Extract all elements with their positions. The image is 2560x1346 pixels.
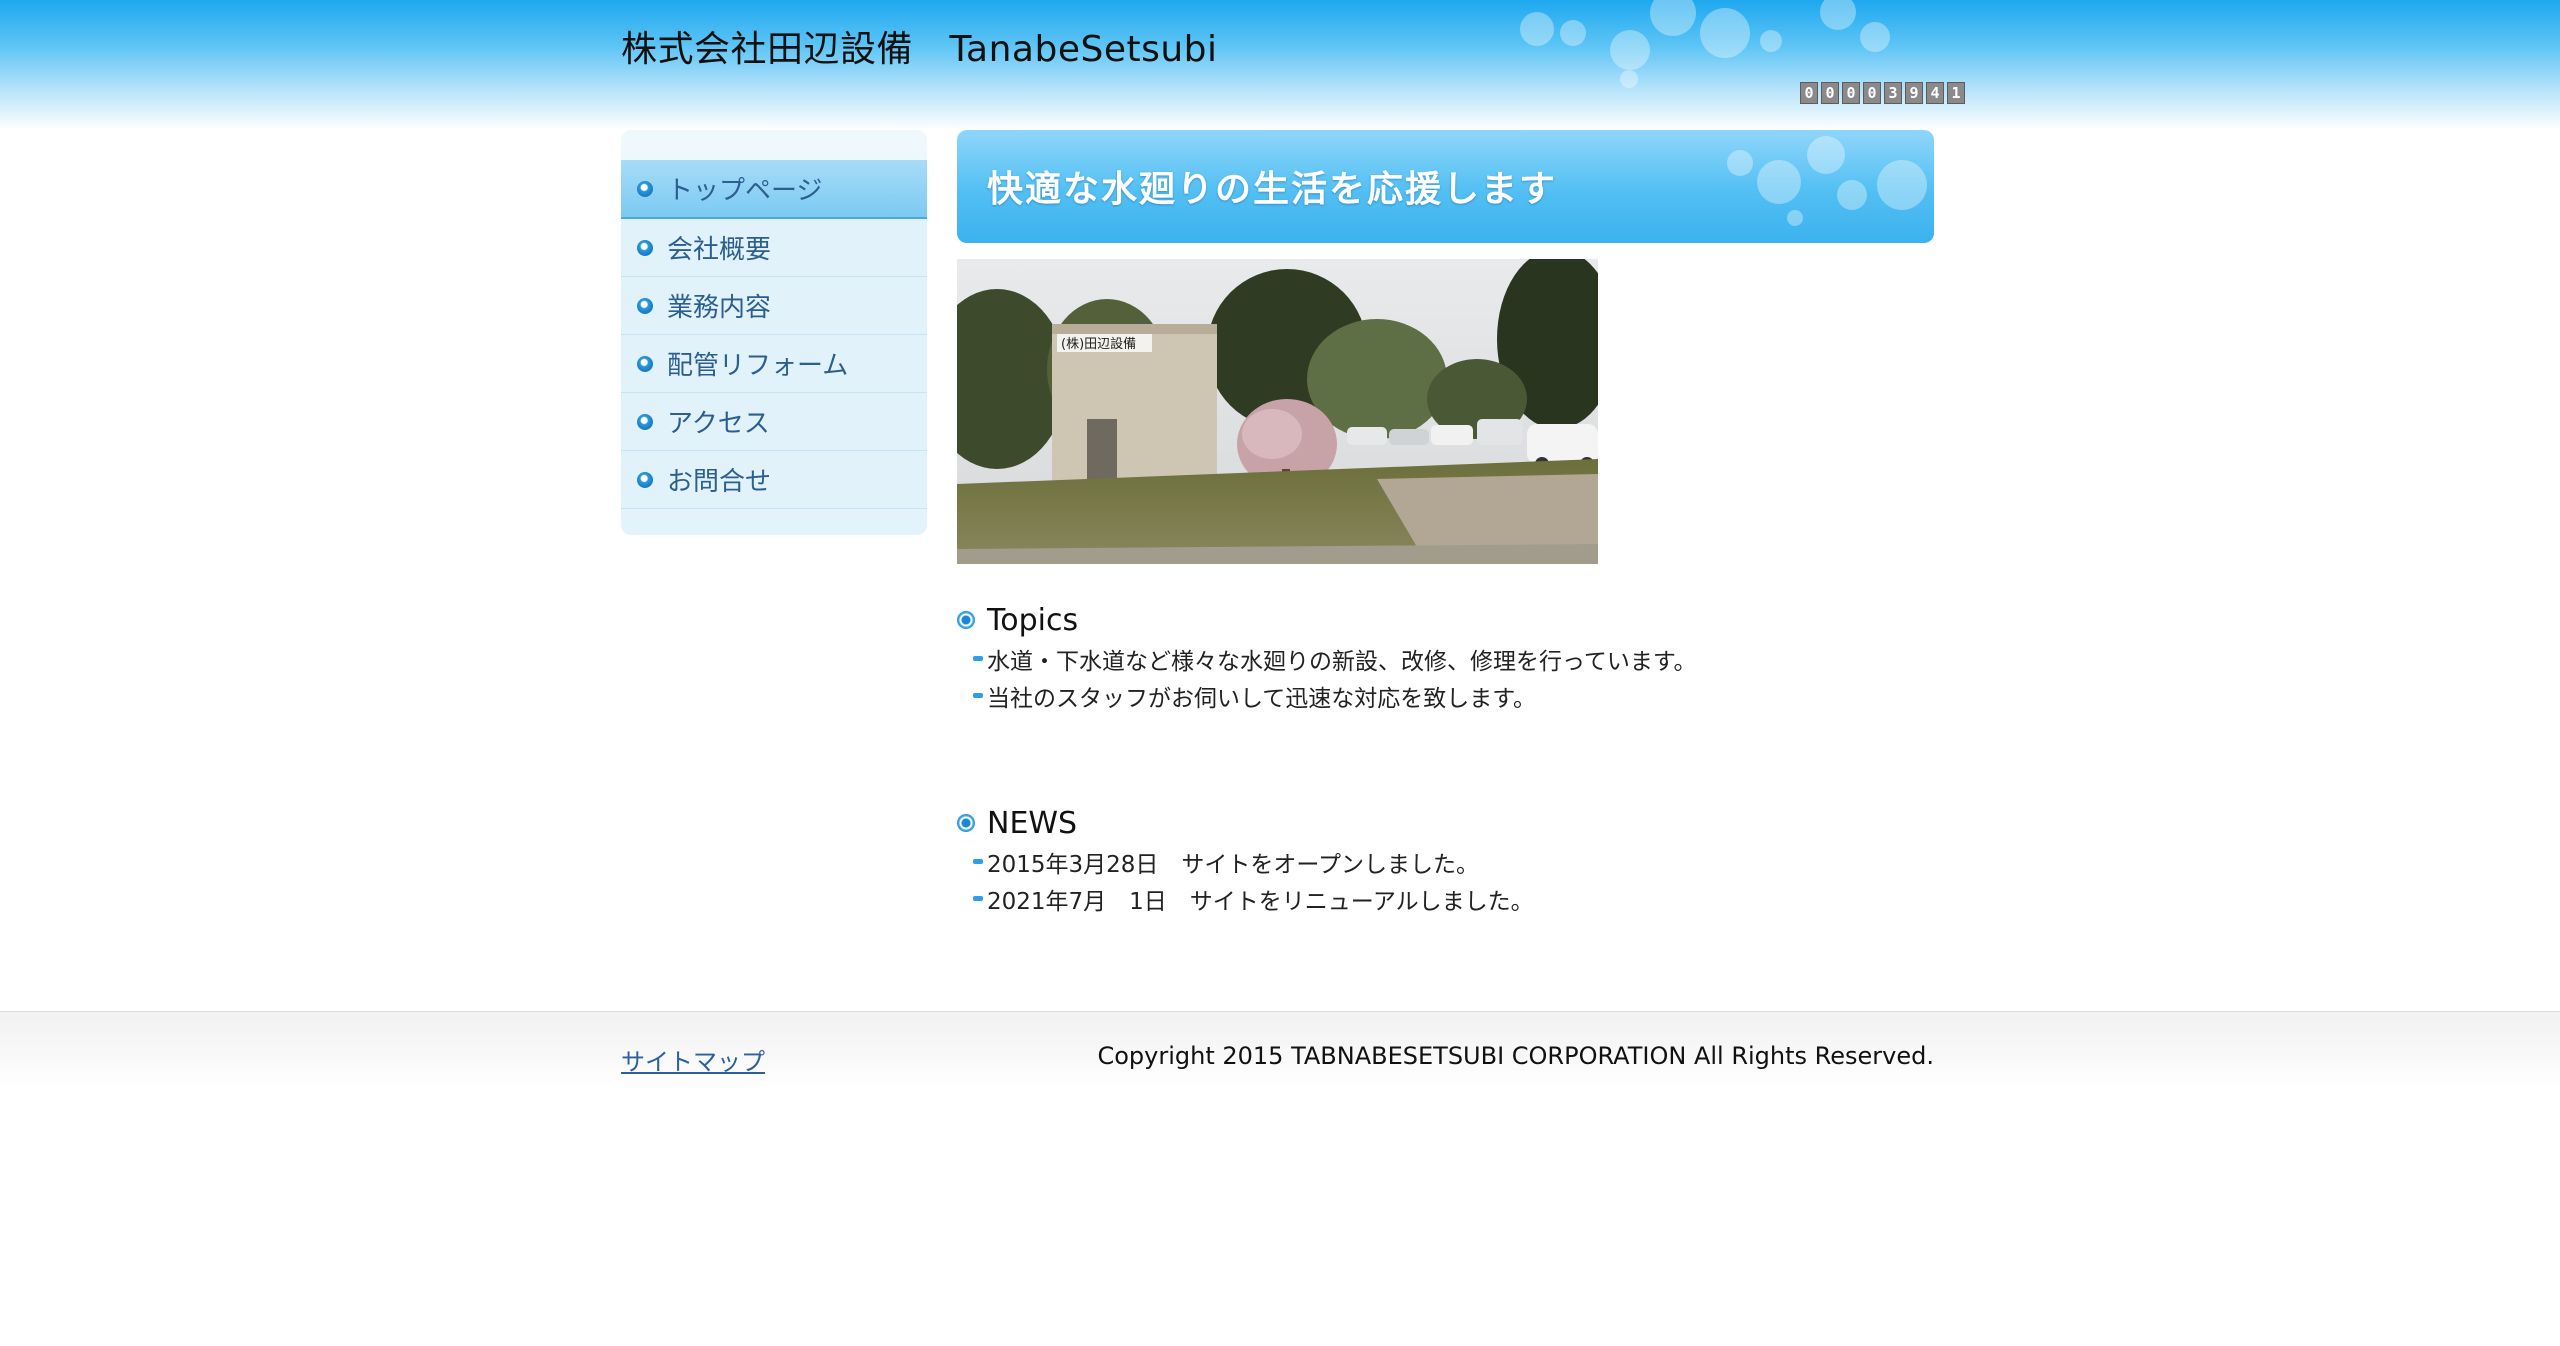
- sitemap-link[interactable]: サイトマップ: [621, 1042, 765, 1077]
- bubble-decoration: [1807, 136, 1845, 174]
- sidebar-item-label: トップページ: [667, 176, 823, 206]
- list-item: 2015年3月28日 サイトをオープンしました。: [957, 843, 1534, 880]
- news-list: 2015年3月28日 サイトをオープンしました。 2021年7月 1日 サイトを…: [957, 843, 1534, 917]
- bubble-decoration: [1820, 0, 1856, 30]
- copyright-text: Copyright 2015 TABNABESETSUBI CORPORATIO…: [1097, 1042, 1934, 1070]
- company-building-photo: (株)田辺設備: [957, 259, 1598, 564]
- sidebar-item-label: 配管リフォーム: [667, 351, 849, 381]
- site-title: 株式会社田辺設備 TanabeSetsubi: [621, 29, 1218, 70]
- bubble-decoration: [1860, 22, 1890, 52]
- bubble-decoration: [1757, 160, 1801, 204]
- news-title: NEWS: [987, 805, 1078, 841]
- sidebar-item-services[interactable]: 業務内容: [621, 277, 927, 335]
- header-banner: [0, 0, 2560, 130]
- topic-text: 水道・下水道など様々な水廻りの新設、改修、修理を行っています。: [987, 648, 1697, 675]
- nav-list: トップページ 会社概要 業務内容 配管リフォーム アクセス お問合せ: [621, 160, 927, 509]
- bubble-decoration: [1560, 20, 1586, 46]
- news-heading: NEWS: [957, 803, 1534, 843]
- counter-digit: 4: [1926, 82, 1944, 104]
- news-text: 2015年3月28日 サイトをオープンしました。: [987, 851, 1480, 878]
- dash-icon: [973, 896, 983, 901]
- building-photo-image: (株)田辺設備: [957, 259, 1598, 564]
- sidebar-item-company-profile[interactable]: 会社概要: [621, 219, 927, 277]
- bullet-icon: [957, 611, 975, 629]
- bubble-decoration: [1877, 160, 1927, 210]
- sidebar-item-pipe-reform[interactable]: 配管リフォーム: [621, 335, 927, 393]
- topic-text: 当社のスタッフがお伺いして迅速な対応を致します。: [987, 685, 1537, 712]
- sidebar-nav: トップページ 会社概要 業務内容 配管リフォーム アクセス お問合せ: [621, 130, 927, 535]
- bullet-icon: [637, 180, 653, 197]
- sidebar-item-contact[interactable]: お問合せ: [621, 451, 927, 509]
- counter-digit: 3: [1884, 82, 1902, 104]
- topics-heading: Topics: [957, 600, 1697, 640]
- bullet-icon: [637, 355, 653, 372]
- list-item: 2021年7月 1日 サイトをリニューアルしました。: [957, 880, 1534, 917]
- bubble-decoration: [1837, 180, 1867, 210]
- counter-digit: 0: [1800, 82, 1818, 104]
- bullet-icon: [637, 239, 653, 256]
- footer: サイトマップ Copyright 2015 TABNABESETSUBI COR…: [0, 1011, 2560, 1092]
- sidebar-item-label: 会社概要: [667, 235, 772, 265]
- dash-icon: [973, 859, 983, 864]
- counter-digit: 0: [1842, 82, 1860, 104]
- counter-digit: 1: [1947, 82, 1965, 104]
- sidebar-item-top-page[interactable]: トップページ: [621, 160, 927, 219]
- sidebar-item-label: アクセス: [667, 409, 770, 439]
- sidebar-item-label: 業務内容: [667, 293, 772, 323]
- topics-list: 水道・下水道など様々な水廻りの新設、改修、修理を行っています。 当社のスタッフが…: [957, 640, 1697, 714]
- dash-icon: [973, 656, 983, 661]
- topics-section: Topics 水道・下水道など様々な水廻りの新設、改修、修理を行っています。 当…: [957, 600, 1697, 714]
- counter-digit: 0: [1821, 82, 1839, 104]
- hero-banner: 快適な水廻りの生活を応援します: [957, 130, 1934, 243]
- bubble-decoration: [1727, 150, 1753, 176]
- news-text: 2021年7月 1日 サイトをリニューアルしました。: [987, 888, 1534, 915]
- bubble-decoration: [1650, 0, 1696, 36]
- news-section: NEWS 2015年3月28日 サイトをオープンしました。 2021年7月 1日…: [957, 803, 1534, 917]
- counter-digit: 0: [1863, 82, 1881, 104]
- bubble-decoration: [1700, 8, 1750, 58]
- bullet-icon: [637, 471, 653, 488]
- bullet-icon: [637, 297, 653, 314]
- sidebar-item-label: お問合せ: [667, 467, 772, 497]
- bubble-decoration: [1787, 210, 1803, 226]
- bubble-decoration: [1610, 30, 1650, 70]
- bubble-decoration: [1620, 70, 1638, 88]
- list-item: 当社のスタッフがお伺いして迅速な対応を致します。: [957, 677, 1697, 714]
- bullet-icon: [957, 814, 975, 832]
- sidebar-item-access[interactable]: アクセス: [621, 393, 927, 451]
- dash-icon: [973, 693, 983, 698]
- access-counter: 0 0 0 0 3 9 4 1: [1800, 82, 1965, 104]
- list-item: 水道・下水道など様々な水廻りの新設、改修、修理を行っています。: [957, 640, 1697, 677]
- counter-digit: 9: [1905, 82, 1923, 104]
- svg-text:(株)田辺設備: (株)田辺設備: [1061, 336, 1136, 352]
- bubble-decoration: [1520, 12, 1554, 46]
- page: 株式会社田辺設備 TanabeSetsubi 0 0 0 0 3 9 4 1 ト…: [0, 0, 2560, 1346]
- hero-heading: 快適な水廻りの生活を応援します: [987, 169, 1558, 210]
- topics-title: Topics: [987, 602, 1079, 638]
- bubble-decoration: [1760, 30, 1782, 52]
- bullet-icon: [637, 413, 653, 430]
